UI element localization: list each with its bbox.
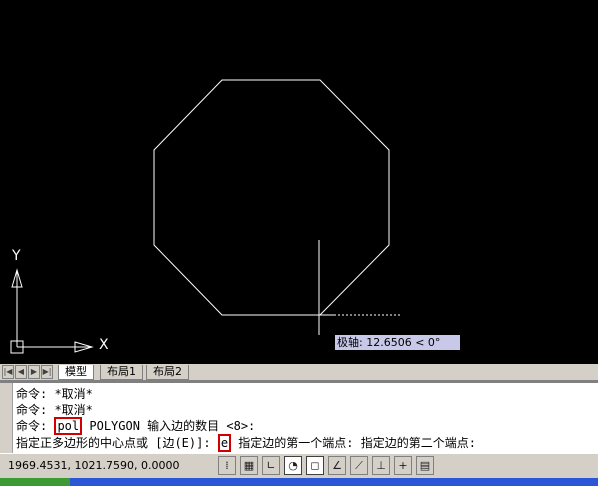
coordinate-readout[interactable]: 1969.4531, 1021.7590, 0.0000 (8, 459, 179, 472)
snap-icon[interactable]: ⁞ (218, 456, 236, 475)
ducs-icon[interactable]: ⟋ (350, 456, 368, 475)
command-prompt-line[interactable]: 指定正多边形的中心点或 [边(E)]: e 指定边的第一个端点: 指定边的第二个… (16, 434, 476, 452)
command-history-line-1: 命令: *取消* (16, 387, 93, 401)
ucs-y-label: Y (12, 248, 21, 264)
ortho-icon[interactable]: ∟ (262, 456, 280, 475)
command-pol-highlight: pol (54, 417, 83, 435)
lwt-icon[interactable]: + (394, 456, 412, 475)
drawing-svg[interactable] (0, 0, 598, 364)
edge-option-highlight: e (217, 434, 232, 452)
command-window[interactable]: 命令: *取消* 命令: *取消* 命令: pol POLYGON 输入边的数目… (0, 381, 598, 453)
polar-icon[interactable]: ◔ (284, 456, 302, 475)
dyn-icon[interactable]: ⊥ (372, 456, 390, 475)
prompt-suffix: 指定边的第一个端点: 指定边的第二个端点: (231, 436, 476, 450)
first-tab-icon[interactable]: |◀ (2, 365, 14, 379)
layout-tabbar: |◀ ◀ ▶ ▶| 模型 布局1 布局2 (0, 364, 598, 381)
last-tab-icon[interactable]: ▶| (41, 365, 53, 379)
tab-model[interactable]: 模型 (58, 365, 94, 380)
prev-tab-icon[interactable]: ◀ (15, 365, 27, 379)
otrack-icon[interactable]: ∠ (328, 456, 346, 475)
os-taskbar (0, 478, 598, 486)
ucs-icon (10, 268, 94, 354)
prompt-prefix: 指定正多边形的中心点或 [边(E)]: (16, 436, 218, 450)
next-tab-icon[interactable]: ▶ (28, 365, 40, 379)
start-button[interactable] (0, 478, 70, 486)
command-window-grip[interactable] (0, 383, 13, 453)
command-history-line-2: 命令: *取消* (16, 403, 93, 417)
command-history-line-3: 命令: pol POLYGON 输入边的数目 <8>: (16, 417, 256, 435)
tab-layout2[interactable]: 布局2 (146, 365, 189, 380)
osnap-icon[interactable]: ◻ (306, 456, 324, 475)
status-bar: 1969.4531, 1021.7590, 0.0000 ⁞ ▦ ∟ ◔ ◻ ∠ ⟋ ⊥ + ▤ (0, 453, 598, 478)
qp-icon[interactable]: ▤ (416, 456, 434, 475)
polar-tooltip-value: 12.6506 < 0° (366, 336, 441, 349)
drawing-canvas[interactable]: Y X 极轴: 12.6506 < 0° (0, 0, 598, 364)
polar-tooltip: 极轴: 12.6506 < 0° (335, 335, 460, 350)
command-polygon-text: POLYGON 输入边的数目 <8>: (82, 419, 256, 433)
grid-icon[interactable]: ▦ (240, 456, 258, 475)
octagon-shape[interactable] (153, 79, 390, 316)
polar-tooltip-label: 极轴: (337, 336, 363, 349)
command-prefix: 命令: (16, 419, 55, 433)
ucs-x-label: X (99, 337, 109, 353)
tab-layout1[interactable]: 布局1 (100, 365, 143, 380)
